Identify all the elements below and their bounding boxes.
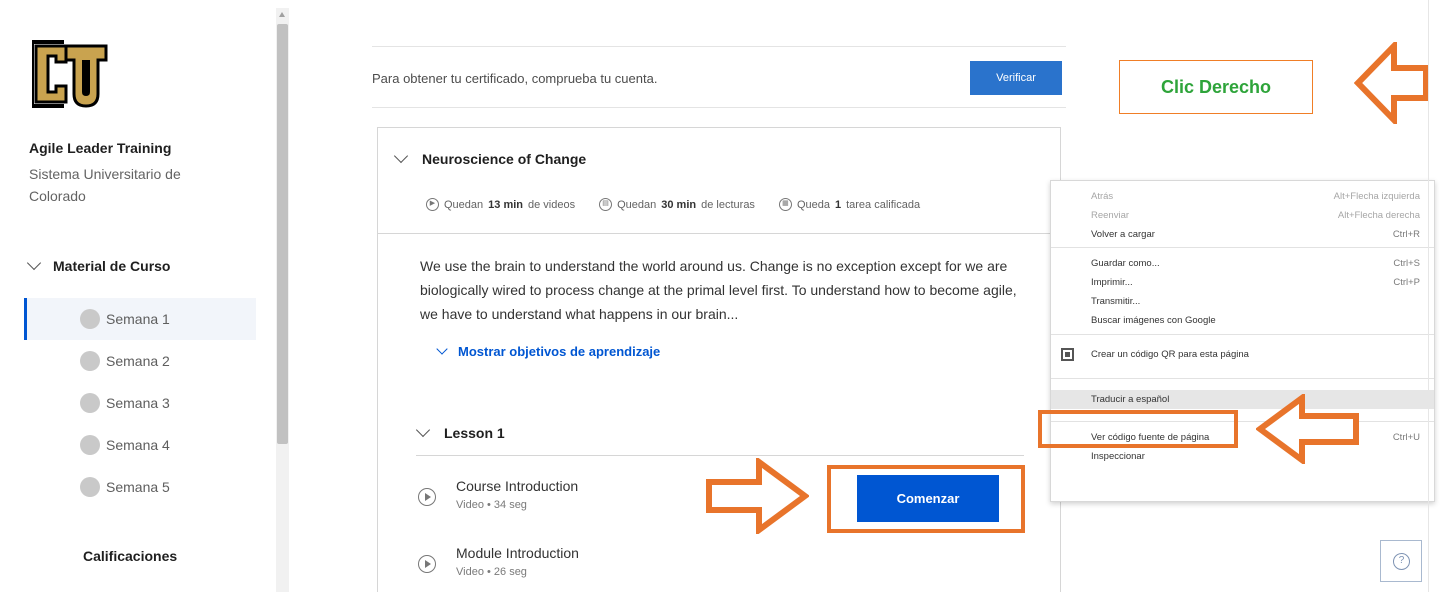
section-header-label: Material de Curso (53, 258, 171, 274)
progress-circle-icon (80, 351, 100, 371)
week-label: Semana 1 (106, 311, 170, 327)
menu-item-translate[interactable]: Traducir a español (1051, 390, 1434, 409)
menu-item-inspect[interactable]: Inspeccionar (1051, 447, 1434, 466)
menu-item-print[interactable]: Imprimir... Ctrl+P (1051, 273, 1434, 292)
sidebar-item-week-2[interactable]: Semana 2 (24, 340, 256, 382)
context-menu-group: Crear un código QR para esta página (1051, 335, 1434, 379)
readings-remaining: ▤ Quedan 30 min de lecturas (599, 198, 755, 211)
chevron-down-icon (436, 342, 448, 355)
menu-item-cast[interactable]: Transmitir... (1051, 292, 1434, 311)
week-label: Semana 3 (106, 395, 170, 411)
module-title-toggle[interactable]: Neuroscience of Change (393, 148, 587, 167)
progress-circle-icon (80, 393, 100, 413)
sidebar-item-week-5[interactable]: Semana 5 (24, 466, 256, 508)
cu-logo-icon (32, 40, 108, 108)
chevron-down-icon (26, 255, 42, 271)
certificate-banner: Para obtener tu certificado, comprueba t… (372, 46, 1066, 108)
lesson-title: Lesson 1 (444, 424, 505, 441)
course-title: Agile Leader Training (29, 140, 172, 156)
module-meta: ▶ Quedan 13 min de videos ▤ Quedan 30 mi… (426, 198, 920, 211)
help-button[interactable]: ? (1380, 540, 1422, 582)
progress-circle-icon (80, 309, 100, 329)
course-organization: Sistema Universitario de Colorado (29, 166, 181, 204)
context-menu-group: Atrás Alt+Flecha izquierda Reenviar Alt+… (1051, 181, 1434, 248)
play-circle-icon (418, 488, 436, 506)
sidebar-item-week-3[interactable]: Semana 3 (24, 382, 256, 424)
scrollbar-thumb[interactable] (277, 24, 288, 444)
menu-item-save-as[interactable]: Guardar como... Ctrl+S (1051, 254, 1434, 273)
arrow-left-icon (1354, 42, 1428, 124)
play-circle-icon (418, 555, 436, 573)
list-item-module-introduction[interactable]: Module Introduction Video • 26 seg (416, 541, 1024, 592)
week-label: Semana 2 (106, 353, 170, 369)
graded-remaining: ▦ Queda 1 tarea calificada (778, 198, 920, 211)
verify-button[interactable]: Verificar (970, 61, 1062, 95)
arrow-right-icon (706, 458, 809, 534)
week-label: Semana 5 (106, 479, 170, 495)
chevron-down-icon (415, 422, 431, 437)
sidebar-scrollbar[interactable] (276, 8, 289, 592)
certificate-text: Para obtener tu certificado, comprueba t… (372, 71, 658, 86)
show-objectives-link[interactable]: Mostrar objetivos de aprendizaje (436, 342, 661, 359)
qr-code-icon (1061, 348, 1074, 361)
play-circle-icon: ▶ (426, 198, 439, 211)
item-subtitle: Video • 34 seg (456, 499, 527, 511)
item-title: Module Introduction (456, 545, 579, 561)
context-menu-group: Guardar como... Ctrl+S Imprimir... Ctrl+… (1051, 248, 1434, 335)
menu-item-search-images[interactable]: Buscar imágenes con Google (1051, 311, 1434, 330)
week-label: Semana 4 (106, 437, 170, 453)
item-subtitle: Video • 26 seg (456, 566, 527, 578)
menu-item-reload[interactable]: Volver a cargar Ctrl+R (1051, 225, 1434, 244)
lesson-toggle[interactable]: Lesson 1 (415, 410, 1024, 456)
sidebar-item-week-4[interactable]: Semana 4 (24, 424, 256, 466)
window-edge (1428, 0, 1429, 592)
menu-item-qr-code[interactable]: Crear un código QR para esta página (1051, 345, 1434, 364)
sidebar-item-week-1[interactable]: Semana 1 (24, 298, 256, 340)
assignment-icon: ▦ (778, 198, 792, 211)
module-description: We use the brain to understand the world… (420, 258, 1017, 322)
course-sidebar: Agile Leader Training Sistema Universita… (0, 0, 272, 592)
videos-remaining: ▶ Quedan 13 min de videos (426, 198, 575, 211)
module-header: Neuroscience of Change ▶ Quedan 13 min d… (378, 128, 1060, 234)
scroll-up-arrow-icon[interactable] (279, 12, 285, 17)
sidebar-item-grades[interactable]: Calificaciones (83, 548, 177, 564)
module-title: Neuroscience of Change (422, 151, 587, 167)
item-title: Course Introduction (456, 478, 579, 494)
book-icon: ▤ (599, 198, 613, 211)
objectives-link-label: Mostrar objetivos de aprendizaje (458, 344, 661, 359)
week-list: Semana 1 Semana 2 Semana 3 Semana 4 Sema… (24, 298, 256, 508)
context-menu: Atrás Alt+Flecha izquierda Reenviar Alt+… (1050, 180, 1435, 502)
arrow-left-icon (1256, 394, 1359, 464)
menu-item-forward[interactable]: Reenviar Alt+Flecha derecha (1051, 206, 1434, 225)
menu-item-back[interactable]: Atrás Alt+Flecha izquierda (1051, 187, 1434, 206)
course-material-toggle[interactable]: Material de Curso (26, 255, 171, 274)
translate-highlight (1038, 410, 1238, 448)
progress-circle-icon (80, 477, 100, 497)
progress-circle-icon (80, 435, 100, 455)
question-mark-icon: ? (1393, 553, 1410, 570)
right-click-annotation: Clic Derecho (1119, 60, 1313, 114)
start-button-highlight (827, 465, 1025, 533)
chevron-down-icon (393, 148, 409, 164)
